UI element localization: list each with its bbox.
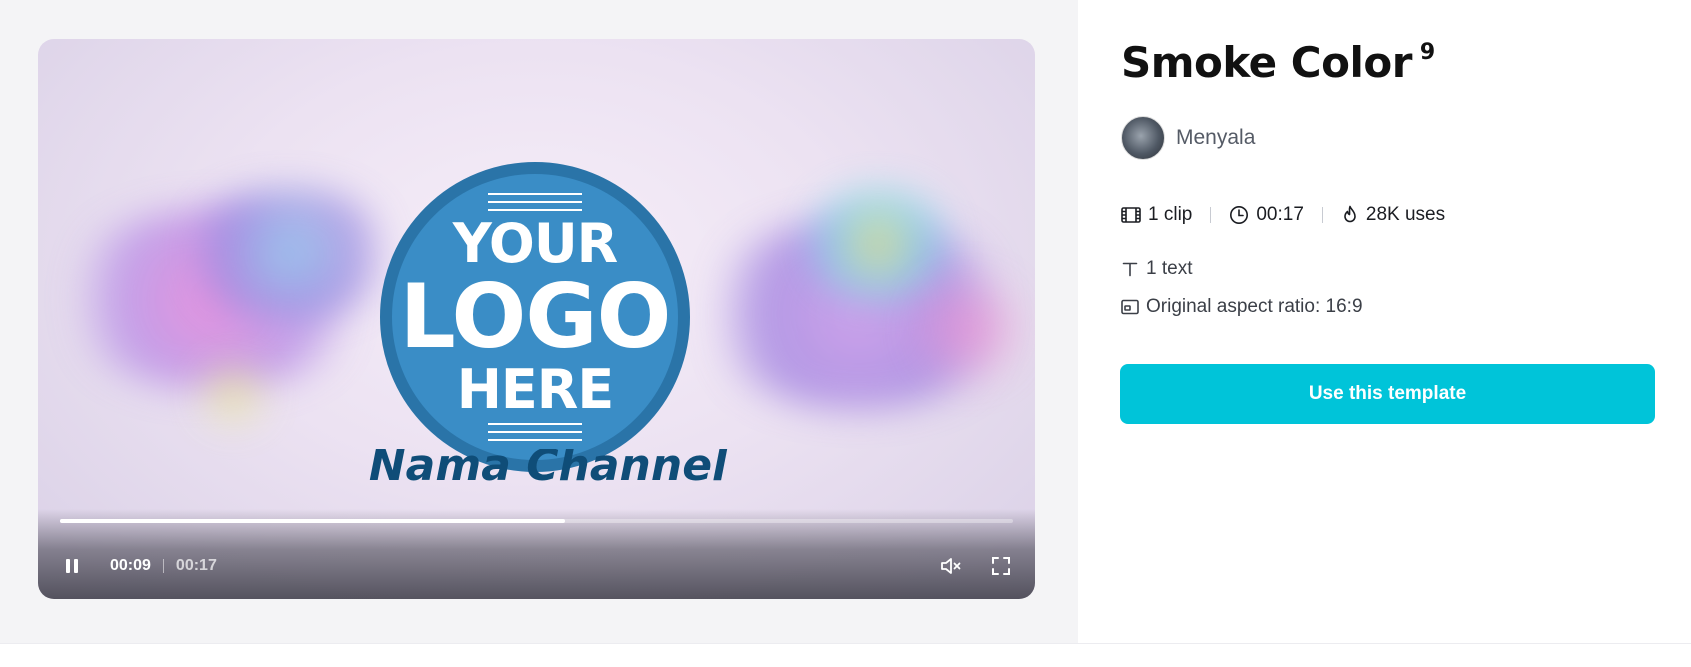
player-controls: 00:09 00:17 — [60, 553, 1013, 579]
pause-icon[interactable] — [60, 554, 84, 578]
fullscreen-icon[interactable] — [989, 554, 1013, 578]
page-footer-strip — [0, 643, 1691, 667]
text-icon — [1122, 262, 1138, 277]
clip-count-label: 1 clip — [1148, 204, 1193, 225]
template-detail-page: YOUR LOGO HERE Nama Channel 00:09 00:17 — [0, 0, 1691, 667]
logo-decor-lines-top — [488, 193, 582, 211]
avatar[interactable] — [1121, 116, 1165, 160]
text-count-label: 1 text — [1146, 258, 1193, 279]
logo-line-3: HERE — [456, 358, 615, 421]
total-time: 00:17 — [175, 557, 217, 574]
channel-caption: Nama Channel — [368, 449, 728, 483]
aspect-ratio-label: Original aspect ratio: 16:9 — [1146, 296, 1363, 317]
smoke-effect-right-3 — [898, 269, 1035, 389]
template-title-text: Smoke Color — [1121, 38, 1412, 87]
smoke-effect-left-2 — [178, 189, 398, 319]
film-icon — [1121, 207, 1141, 223]
author-name[interactable]: Menyala — [1176, 126, 1255, 150]
duration-label: 00:17 — [1256, 204, 1304, 225]
template-stats: 1 clip 00:17 28K uses — [1121, 204, 1445, 226]
clip-count: 1 clip — [1121, 204, 1192, 226]
smoke-effect-left-3 — [188, 359, 278, 429]
clock-icon — [1230, 206, 1249, 224]
title-badge: 9 — [1419, 40, 1435, 65]
mute-icon[interactable] — [939, 554, 963, 578]
preview-pane: YOUR LOGO HERE Nama Channel 00:09 00:17 — [0, 0, 1078, 643]
use-count-label: 28K uses — [1365, 204, 1446, 225]
details-pane: Smoke Color 9 Menyala 1 clip 00:17 28K us… — [1078, 0, 1691, 643]
use-count: 28K uses — [1341, 204, 1445, 226]
stat-divider — [1321, 207, 1323, 223]
current-time: 00:09 — [110, 557, 151, 574]
logo-line-2: LOGO — [399, 265, 672, 368]
duration: 00:17 — [1229, 204, 1304, 226]
aspect-ratio: Original aspect ratio: 16:9 — [1121, 296, 1363, 318]
progress-bar[interactable] — [60, 519, 1013, 523]
template-title: Smoke Color 9 — [1121, 38, 1435, 87]
time-divider — [162, 559, 164, 573]
progress-bar-fill — [60, 519, 566, 523]
author-row[interactable]: Menyala — [1121, 116, 1255, 160]
text-count: 1 text — [1121, 258, 1192, 280]
video-player[interactable]: YOUR LOGO HERE Nama Channel 00:09 00:17 — [38, 39, 1035, 599]
logo-decor-lines-bottom — [488, 423, 582, 441]
use-template-button[interactable]: Use this template — [1120, 364, 1655, 424]
flame-icon — [1344, 205, 1356, 223]
stat-divider — [1210, 207, 1212, 223]
logo-placeholder: YOUR LOGO HERE — [380, 162, 690, 472]
aspect-ratio-icon — [1121, 299, 1139, 315]
logo-line-1: YOUR — [452, 212, 619, 275]
